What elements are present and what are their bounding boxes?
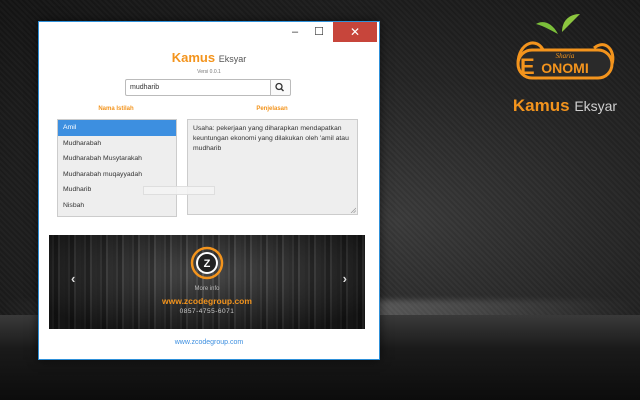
svg-text:ONOMI: ONOMI [541,60,588,76]
list-item[interactable]: Amil [58,120,176,136]
title-bar[interactable]: – ☐ ✕ [39,22,379,42]
footer-link[interactable]: www.zcodegroup.com [39,339,379,346]
brand-title-main: Kamus [512,96,570,115]
banner-next-icon[interactable]: › [343,271,347,286]
list-item[interactable]: Mudharabah Musytarakah [58,151,176,167]
search-icon [275,82,284,92]
svg-text:Sharia: Sharia [556,52,575,60]
terms-list: Amil Mudharabah Mudharabah Musytarakah M… [57,119,177,217]
brand-title-sub: Eksyar [574,98,618,114]
banner-more-info[interactable]: More info [49,286,365,292]
explanation-header: Penjelasan [256,106,288,112]
minimize-button[interactable]: – [283,22,307,42]
svg-text:Z: Z [204,258,211,270]
banner-prev-icon[interactable]: ‹ [71,271,75,286]
banner-phone: 0857-4755-6071 [179,308,235,315]
app-title-main: Kamus [171,50,216,65]
banner-url[interactable]: www.zcodegroup.com [49,296,365,306]
resize-grip-icon[interactable] [350,207,356,213]
version-label: Versi 0.0.1 [197,69,221,75]
hover-tooltip [143,186,215,195]
app-window: – ☐ ✕ Kamus Eksyar Versi 0.0.1 mudharib … [38,21,380,360]
economi-logo: Sharia ONOMI E [516,14,615,80]
list-item[interactable]: Nisbah [58,198,176,214]
promo-banner[interactable]: ‹ › Z More info www.zcodegroup.com 0857-… [49,235,365,329]
brand-title: Kamus Eksyar [500,96,630,116]
search-button[interactable] [271,79,291,96]
search-bar: mudharib [125,79,291,96]
maximize-button[interactable]: ☐ [307,22,331,42]
close-button[interactable]: ✕ [333,22,377,42]
list-item[interactable]: Mudharabah [58,136,176,152]
explanation-textarea[interactable]: Usaha: pekerjaan yang diharapkan mendapa… [187,119,358,215]
search-input[interactable]: mudharib [125,79,271,96]
svg-text:E: E [520,54,535,79]
brand-panel: Sharia ONOMI E Kamus Eksyar [500,12,630,122]
explanation-text: Usaha: pekerjaan yang diharapkan mendapa… [193,125,349,152]
app-title-sub: Eksyar [218,54,247,64]
app-title: Kamus Eksyar [39,50,379,65]
terms-header: Nama Istilah [98,106,134,112]
list-item[interactable]: Mudharabah muqayyadah [58,167,176,183]
zcode-logo: Z [190,246,224,280]
